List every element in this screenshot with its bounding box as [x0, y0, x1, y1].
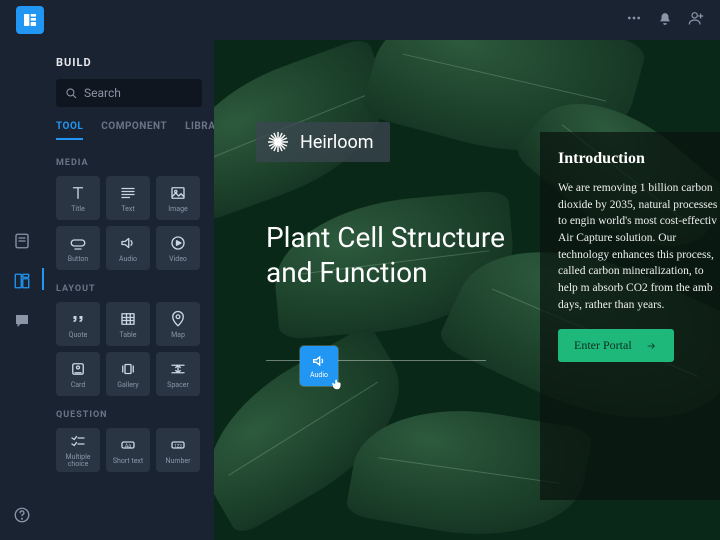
gallery-icon [119, 360, 137, 378]
number-icon: 123 [169, 436, 187, 454]
video-icon [169, 234, 187, 252]
tool-spacer[interactable]: Spacer [156, 352, 200, 396]
app-root: BUILD Search TOOL COMPONENT LIBRARY MEDI… [0, 0, 720, 540]
app-logo[interactable] [16, 6, 44, 34]
quote-icon [69, 310, 87, 328]
table-icon [119, 310, 137, 328]
tool-table[interactable]: Table [106, 302, 150, 346]
left-rail [0, 40, 44, 540]
sidebar-title: BUILD [56, 56, 202, 69]
search-icon [64, 86, 78, 100]
tab-library[interactable]: LIBRARY [185, 121, 214, 140]
tool-short-text[interactable]: Aa Short text [106, 428, 150, 472]
rail-pages[interactable] [11, 230, 33, 252]
audio-icon [119, 234, 137, 252]
title-icon [69, 184, 87, 202]
rail-comments[interactable] [11, 310, 33, 332]
multiple-choice-icon [69, 432, 87, 450]
overlay-panel: Introduction We are removing 1 billion c… [540, 132, 720, 500]
rail-help[interactable] [11, 504, 33, 526]
section-layout-label: LAYOUT [56, 284, 202, 294]
arrow-right-icon [644, 341, 658, 351]
tool-text[interactable]: Text [106, 176, 150, 220]
sidebar-tabs: TOOL COMPONENT LIBRARY [56, 121, 202, 140]
cta-label: Enter Portal [574, 338, 632, 353]
audio-icon [311, 353, 327, 369]
sidebar: BUILD Search TOOL COMPONENT LIBRARY MEDI… [44, 40, 214, 540]
add-user-icon[interactable] [688, 10, 704, 30]
brand-chip[interactable]: Heirloom [256, 122, 390, 162]
rail-layers[interactable] [11, 270, 33, 292]
card-icon [69, 360, 87, 378]
grab-cursor-icon [330, 376, 344, 395]
tab-tool[interactable]: TOOL [56, 121, 83, 140]
tool-button[interactable]: Button [56, 226, 100, 270]
tool-image[interactable]: Image [156, 176, 200, 220]
tool-title[interactable]: Title [56, 176, 100, 220]
tool-number[interactable]: 123 Number [156, 428, 200, 472]
map-icon [169, 310, 187, 328]
svg-text:Aa: Aa [125, 443, 131, 449]
canvas[interactable]: Heirloom Plant Cell Structure and Functi… [214, 40, 720, 540]
tool-gallery[interactable]: Gallery [106, 352, 150, 396]
spacer-icon [169, 360, 187, 378]
tool-map[interactable]: Map [156, 302, 200, 346]
search-input[interactable]: Search [56, 79, 202, 107]
image-icon [169, 184, 187, 202]
tool-video[interactable]: Video [156, 226, 200, 270]
brand-logo-icon [266, 130, 290, 154]
section-media-label: MEDIA [56, 158, 202, 168]
svg-text:123: 123 [174, 443, 182, 449]
canvas-headline[interactable]: Plant Cell Structure and Function [266, 220, 526, 290]
overlay-title: Introduction [558, 150, 720, 168]
rail-active-indicator [42, 268, 44, 290]
tool-audio[interactable]: Audio [106, 226, 150, 270]
notifications-icon[interactable] [658, 11, 672, 30]
brand-name: Heirloom [300, 132, 374, 153]
topbar [0, 0, 720, 40]
button-icon [69, 234, 87, 252]
section-question-label: QUESTION [56, 410, 202, 420]
tool-multiple-choice[interactable]: Multiple choice [56, 428, 100, 472]
tool-quote[interactable]: Quote [56, 302, 100, 346]
tab-component[interactable]: COMPONENT [101, 121, 167, 140]
headline-divider [266, 360, 486, 361]
search-placeholder: Search [84, 86, 121, 100]
tool-card[interactable]: Card [56, 352, 100, 396]
overlay-body: We are removing 1 billion carbon dioxide… [558, 180, 720, 313]
more-icon[interactable] [626, 10, 642, 30]
short-text-icon: Aa [119, 436, 137, 454]
enter-portal-button[interactable]: Enter Portal [558, 329, 674, 362]
text-icon [119, 184, 137, 202]
